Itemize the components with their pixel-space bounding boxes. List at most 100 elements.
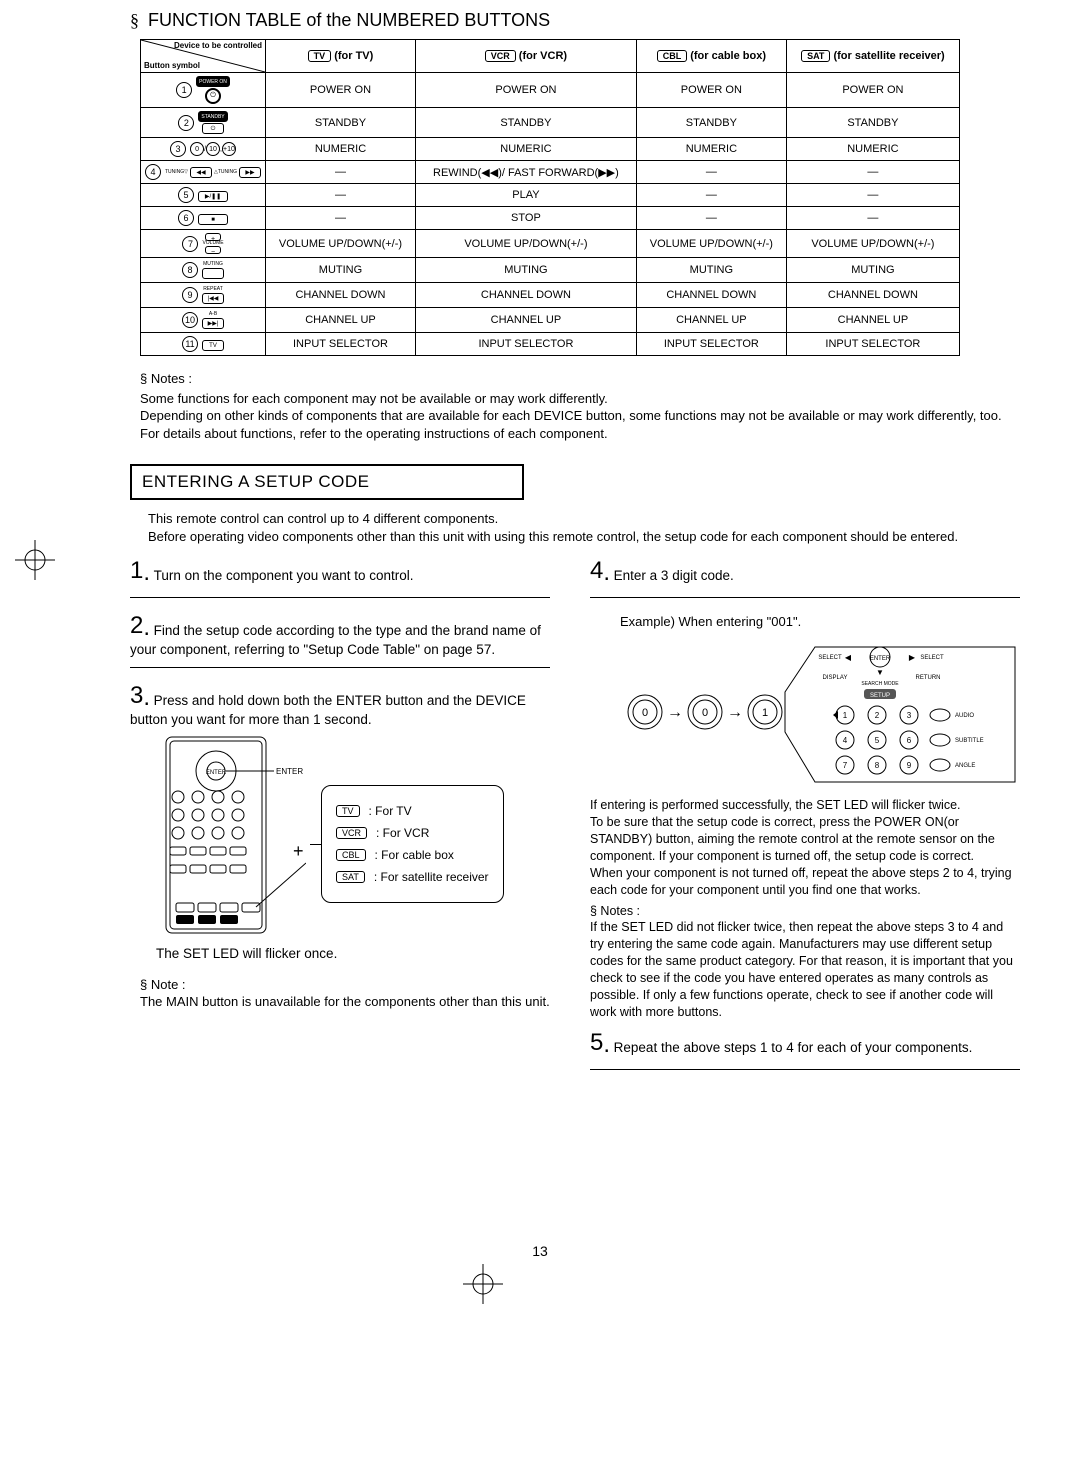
step-3: 3. Press and hold down both the ENTER bu…	[130, 684, 550, 727]
keypad-diagram: 0 → 0 → 1 SELECT ◀	[620, 637, 1020, 787]
table-cell: MUTING	[266, 258, 416, 283]
remote-diagram: ENTER ENTER	[156, 735, 550, 935]
table-cell: NUMERIC	[415, 138, 636, 161]
table-cell: STANDBY	[266, 108, 416, 138]
table-cell: PLAY	[415, 184, 636, 207]
svg-text:▶: ▶	[909, 653, 916, 662]
function-table: Device to be controlled Button symbol TV…	[140, 39, 960, 356]
table-row: 8MUTINGMUTINGMUTINGMUTINGMUTING	[141, 258, 960, 283]
note-line: Some functions for each component may no…	[140, 390, 1020, 408]
svg-text:1: 1	[762, 707, 768, 719]
table-corner-header: Device to be controlled Button symbol	[141, 40, 266, 73]
table-notes: § Notes : Some functions for each compon…	[140, 370, 1020, 442]
note-line: Depending on other kinds of components t…	[140, 407, 1020, 425]
table-cell: POWER ON	[636, 73, 786, 108]
setup-code-heading: ENTERING A SETUP CODE	[130, 464, 524, 500]
col-tv: TV(for TV)	[266, 40, 416, 73]
section-bullet: §	[130, 10, 139, 30]
svg-text:7: 7	[843, 761, 848, 770]
svg-text:RETURN: RETURN	[916, 675, 941, 681]
step4-notes: § Notes : If the SET LED did not flicker…	[590, 903, 1020, 1021]
table-cell: CHANNEL DOWN	[266, 283, 416, 308]
svg-text:SETUP: SETUP	[870, 693, 890, 699]
table-cell: INPUT SELECTOR	[786, 333, 959, 356]
step3-result: The SET LED will flicker once.	[156, 945, 550, 963]
table-cell: —	[636, 207, 786, 230]
svg-text:3: 3	[907, 711, 912, 720]
table-cell: NUMERIC	[636, 138, 786, 161]
device-button-list: + TV: For TV VCR: For VCR CBL: For cable…	[321, 785, 504, 903]
svg-text:→: →	[667, 704, 683, 721]
svg-text:4: 4	[843, 736, 848, 745]
table-cell: POWER ON	[786, 73, 959, 108]
svg-text:◀: ◀	[845, 653, 852, 662]
step4-result: If entering is performed successfully, t…	[590, 797, 1020, 898]
col-vcr: VCR(for VCR)	[415, 40, 636, 73]
svg-text:DISPLAY: DISPLAY	[823, 675, 848, 681]
table-cell: CHANNEL UP	[636, 308, 786, 333]
table-row: 4TUNING▽◀◀△TUNING▶▶—REWIND(◀◀)/ FAST FOR…	[141, 161, 960, 184]
table-cell: —	[786, 207, 959, 230]
table-cell: MUTING	[786, 258, 959, 283]
table-cell: CHANNEL UP	[415, 308, 636, 333]
step-2: 2. Find the setup code according to the …	[130, 614, 550, 657]
svg-text:ENTER: ENTER	[276, 767, 303, 776]
table-cell: —	[636, 184, 786, 207]
table-row: 5▶/❚❚—PLAY——	[141, 184, 960, 207]
table-cell: REWIND(◀◀)/ FAST FORWARD(▶▶)	[415, 161, 636, 184]
table-row: 9REPEAT|◀◀CHANNEL DOWNCHANNEL DOWNCHANNE…	[141, 283, 960, 308]
svg-text:5: 5	[875, 736, 880, 745]
table-cell: MUTING	[415, 258, 636, 283]
svg-text:SELECT: SELECT	[818, 655, 842, 661]
svg-text:ENTER: ENTER	[870, 656, 891, 662]
table-cell: —	[266, 207, 416, 230]
table-cell: CHANNEL UP	[266, 308, 416, 333]
table-cell: CHANNEL DOWN	[636, 283, 786, 308]
svg-text:SUBTITLE: SUBTITLE	[955, 738, 984, 744]
step-4: 4. Enter a 3 digit code.	[590, 559, 1020, 587]
table-cell: STOP	[415, 207, 636, 230]
svg-text:0: 0	[702, 707, 708, 719]
svg-text:2: 2	[875, 711, 880, 720]
table-cell: NUMERIC	[786, 138, 959, 161]
plus-icon: +	[293, 841, 304, 862]
remote-icon: ENTER ENTER	[156, 735, 306, 935]
table-cell: —	[636, 161, 786, 184]
example-label: Example) When entering "001".	[620, 614, 1020, 629]
table-cell: STANDBY	[636, 108, 786, 138]
table-cell: MUTING	[636, 258, 786, 283]
table-cell: —	[266, 161, 416, 184]
svg-text:SEARCH MODE: SEARCH MODE	[861, 681, 899, 687]
table-cell: INPUT SELECTOR	[266, 333, 416, 356]
svg-text:ENTER: ENTER	[206, 770, 227, 776]
table-cell: VOLUME UP/DOWN(+/-)	[266, 230, 416, 258]
table-row: 10A-B▶▶|CHANNEL UPCHANNEL UPCHANNEL UPCH…	[141, 308, 960, 333]
table-cell: CHANNEL UP	[786, 308, 959, 333]
col-sat: SAT(for satellite receiver)	[786, 40, 959, 73]
table-row: 11TVINPUT SELECTORINPUT SELECTORINPUT SE…	[141, 333, 960, 356]
table-row: 30/10,+10NUMERICNUMERICNUMERICNUMERIC	[141, 138, 960, 161]
setup-intro: This remote control can control up to 4 …	[148, 510, 1020, 545]
table-cell: INPUT SELECTOR	[636, 333, 786, 356]
page-number: 13	[0, 1243, 1080, 1259]
table-row: 1POWER ON⏻POWER ONPOWER ONPOWER ONPOWER …	[141, 73, 960, 108]
svg-text:ANGLE: ANGLE	[955, 763, 975, 769]
table-cell: POWER ON	[266, 73, 416, 108]
svg-text:9: 9	[907, 761, 912, 770]
svg-text:→: →	[727, 704, 743, 721]
note-line: For details about functions, refer to th…	[140, 425, 1020, 443]
svg-text:1: 1	[843, 711, 848, 720]
col-cbl: CBL(for cable box)	[636, 40, 786, 73]
table-cell: NUMERIC	[266, 138, 416, 161]
svg-text:8: 8	[875, 761, 880, 770]
step3-note: § Note : The MAIN button is unavailable …	[140, 976, 550, 1011]
table-cell: CHANNEL DOWN	[415, 283, 636, 308]
svg-text:0: 0	[642, 707, 648, 719]
table-cell: INPUT SELECTOR	[415, 333, 636, 356]
svg-text:▼: ▼	[876, 668, 884, 677]
svg-text:6: 6	[907, 736, 912, 745]
function-table-heading: § FUNCTION TABLE of the NUMBERED BUTTONS	[130, 10, 1020, 31]
step-1: 1. Turn on the component you want to con…	[130, 559, 550, 587]
table-row: 6■—STOP——	[141, 207, 960, 230]
table-cell: VOLUME UP/DOWN(+/-)	[636, 230, 786, 258]
